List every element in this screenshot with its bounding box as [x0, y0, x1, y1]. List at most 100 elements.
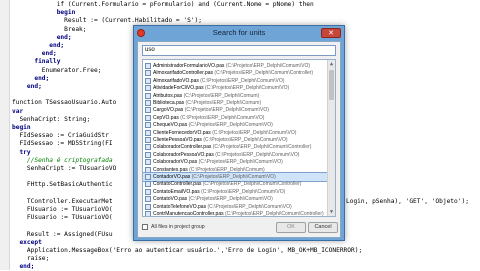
code-text: FIdSessao := CriaGuidStr: [12, 132, 109, 140]
unit-name: ContadorVO.pas: [153, 174, 191, 180]
code-text: Enumerator.Free;: [12, 66, 102, 74]
unit-name: ClienteFornecedorVO.pas: [153, 129, 211, 136]
unit-path: (C:\Projetos\ERP_Delphi\Comum\VO): [203, 137, 288, 143]
unit-file-icon: [145, 129, 151, 136]
unit-file-icon: [145, 85, 151, 92]
unit-path: (C:\Projetos\ERP_Delphi\Comum\VO): [215, 151, 300, 158]
unit-path: (C:\Projetos\ERP_Delphi\Comum\VO): [225, 63, 311, 69]
code-text: if (Current.Formulario = pFormulario) an…: [12, 1, 314, 8]
unit-name: Atributos.pas: [153, 92, 183, 99]
code-text: FHttp.SetBasicAuthentic: [12, 181, 113, 189]
cancel-button[interactable]: Cancel: [308, 222, 338, 233]
code-text: end;: [12, 50, 57, 58]
unit-file-icon: [145, 196, 151, 203]
units-list[interactable]: AdministradorFormularioVO.pas (C:\Projet…: [142, 59, 336, 217]
code-text: TController.ExecutarMet: [12, 197, 113, 205]
code-text: FUsuario := TUsuarioVO(: [12, 206, 113, 213]
search-input[interactable]: uso: [142, 45, 336, 56]
unit-name: ClientePessoaVO.pas: [153, 137, 202, 143]
unit-name: AlmoxarifadoVO.pas: [153, 77, 199, 84]
unit-name: Biblioteca.pas: [153, 100, 185, 106]
code-text: end;: [12, 33, 72, 41]
unit-path: (C:\Projetos\ERP_Delphi\Comum): [189, 166, 265, 173]
unit-path: (C:\Projetos\ERP_Delphi\Comum\VO): [180, 114, 265, 121]
unit-file-icon: [145, 203, 151, 210]
dialog-title: Search for units: [212, 28, 266, 37]
unit-path: (C:\Projetos\ERP_Delphi\Comum\VO): [212, 129, 297, 136]
ok-button[interactable]: OK: [276, 222, 306, 233]
code-text: finally: [12, 58, 61, 66]
code-text: SenhaCript := TUsuarioVO: [12, 165, 117, 172]
search-units-dialog: Search for units ✕ uso AdministradorForm…: [133, 25, 345, 241]
unit-path: (C:\Projetos\ERP_Delphi\Comum\VO): [198, 159, 283, 166]
unit-path: (C:\Projetos\ERP_Delphi\Comum\VO): [201, 188, 286, 195]
code-text: //Senha é criptografada: [12, 156, 113, 164]
unit-name: ColaboradorVO.pas: [153, 159, 198, 166]
unit-path: (C:\Projetos\ERP_Delphi\Comum\VO): [207, 203, 292, 210]
unit-path: (C:\Projetos\ERP_Delphi\Comum\VO): [188, 122, 273, 129]
unit-path: (C:\Projetos\ERP_Delphi\Comum\VO): [204, 85, 290, 92]
code-text: Application.MessageBox('Erro ao autentic…: [12, 247, 363, 254]
unit-list-item[interactable]: ContrManutencaoController.pas (C:\Projet…: [143, 210, 327, 217]
scroll-down-icon[interactable]: ▼: [328, 208, 335, 216]
code-text: FUsuario := TUsuarioVO(: [12, 214, 113, 222]
code-text: Break;: [12, 25, 87, 33]
unit-file-icon: [145, 63, 151, 69]
unit-name: ColaboradorPessoaVO.pas: [153, 151, 214, 158]
code-text: begin: [12, 124, 31, 131]
code-text: end;: [12, 83, 42, 90]
unit-name: AlmoxarifadoController.pas: [153, 70, 214, 77]
unit-path: (C:\Projetos\ERP_Delphi\Comum): [183, 92, 260, 99]
unit-name: AdministradorFormularioVO.pas: [153, 63, 225, 69]
unit-file-icon: [145, 77, 151, 84]
unit-name: ContrManutencaoController.pas: [153, 211, 224, 217]
unit-file-icon: [145, 107, 151, 114]
code-text: Result := (Current.Habilitado = 'S');: [12, 17, 202, 25]
all-files-label: All files in project group: [151, 224, 205, 230]
unit-name: ContatoTelefoneVO.pas: [153, 203, 207, 210]
unit-file-icon: [145, 181, 151, 188]
list-scrollbar[interactable]: ▲ ▼: [327, 60, 335, 216]
unit-path: (C:\Projetos\ERP_Delphi\Comum\VO): [184, 107, 269, 114]
unit-path: (C:\Projetos\ERP_Delphi\Comum\VO): [188, 196, 273, 203]
unit-file-icon: [145, 114, 151, 121]
close-button[interactable]: ✕: [321, 28, 341, 38]
unit-file-icon: [145, 122, 151, 129]
unit-name: AtividadeForCliVO.pas: [153, 85, 204, 92]
unit-file-icon: [145, 151, 151, 158]
unit-path: (C:\Projetos\ERP_Delphi\Comum\Controller…: [202, 181, 302, 188]
dialog-client: uso AdministradorFormularioVO.pas (C:\Pr…: [137, 41, 341, 238]
code-text: FIdSessao := MD5String(FI: [12, 140, 113, 148]
code-text: end;: [12, 74, 50, 82]
code-text: end;: [12, 263, 35, 271]
code-text: raise;: [12, 255, 50, 263]
dialog-titlebar[interactable]: Search for units ✕: [134, 26, 344, 40]
scroll-thumb[interactable]: [329, 70, 334, 100]
all-files-checkbox[interactable]: [142, 224, 148, 230]
unit-file-icon: [145, 70, 151, 77]
unit-path: (C:\Projetos\ERP_Delphi\Comum\VO): [191, 174, 276, 180]
code-text: function TSessaoUsuario.Auto: [12, 99, 117, 107]
code-text: Result := Assigned(FUsu: [12, 230, 113, 238]
dialog-footer: All files in project group OK Cancel: [142, 222, 338, 234]
unit-file-icon: [145, 144, 151, 151]
unit-name: ContatoController.pas: [153, 181, 202, 188]
unit-name: CepVO.pas: [153, 114, 179, 121]
unit-name: Constantes.pas: [153, 166, 188, 173]
unit-file-icon: [145, 100, 151, 106]
scroll-up-icon[interactable]: ▲: [328, 60, 335, 68]
unit-file-icon: [145, 92, 151, 99]
unit-path: (C:\Projetos\ERP_Delphi\Comum\Controller…: [225, 211, 324, 217]
unit-name: CargoVO.pas: [153, 107, 184, 114]
unit-name: ContatoEmailVO.pas: [153, 188, 200, 195]
unit-file-icon: [145, 174, 151, 180]
unit-path: (C:\Projetos\ERP_Delphi\Comum\Controller…: [214, 70, 314, 77]
code-text: try: [12, 148, 31, 156]
unit-name: ColaboradorController.pas: [153, 144, 212, 151]
unit-path: (C:\Projetos\ERP_Delphi\Comum\Controller…: [212, 144, 312, 151]
unit-file-icon: [145, 188, 151, 195]
